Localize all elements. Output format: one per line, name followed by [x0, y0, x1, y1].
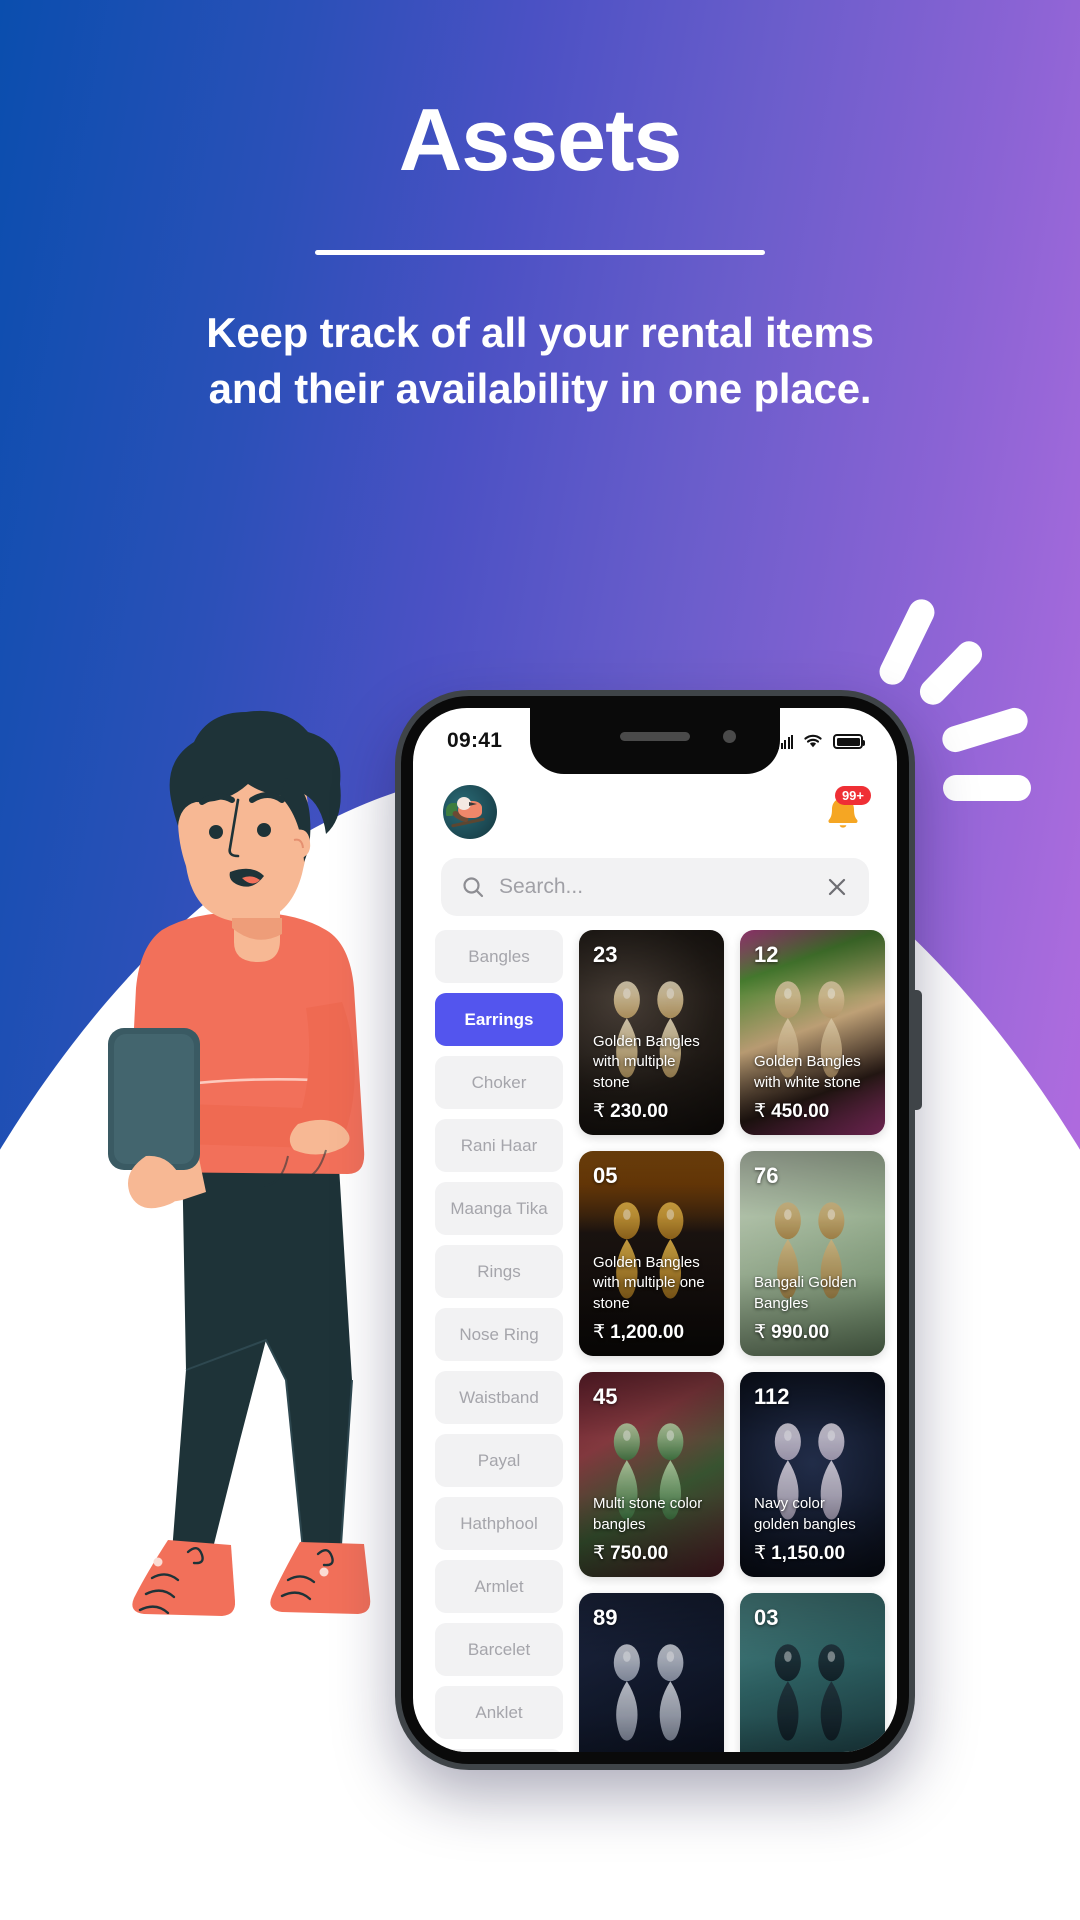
- front-camera-icon: [723, 730, 736, 743]
- category-item-hathphool[interactable]: Hathphool: [435, 1497, 563, 1550]
- product-card[interactable]: 89: [579, 1593, 724, 1752]
- phone-mockup: 09:41 99+ Search... Bangles Earrings Cho…: [395, 690, 922, 1770]
- currency-symbol: ₹: [593, 1101, 606, 1122]
- product-quantity-badge: 76: [754, 1163, 779, 1188]
- category-item-maanga-tika[interactable]: Maanga Tika: [435, 1182, 563, 1235]
- product-info: Golden Bangles with multiple one stone ₹1…: [593, 1253, 712, 1344]
- product-price-amount: 450.00: [771, 1101, 830, 1122]
- product-price: ₹230.00: [593, 1100, 712, 1123]
- product-name: Multi stone color bangles: [593, 1495, 703, 1533]
- currency-symbol: ₹: [593, 1543, 606, 1564]
- product-info: Golden Bangles with multiple stone ₹230.0…: [593, 1032, 712, 1123]
- product-grid: 23 Golden Bangles with multiple stone ₹230…: [579, 930, 885, 1752]
- wifi-icon: [804, 734, 822, 748]
- search-bar[interactable]: [441, 858, 869, 916]
- page-title: Assets: [398, 90, 683, 189]
- product-quantity-badge: 89: [593, 1605, 618, 1630]
- product-name: Navy color golden bangles: [754, 1495, 856, 1533]
- product-price: ₹750.00: [593, 1542, 712, 1565]
- close-x-icon[interactable]: [825, 875, 849, 899]
- product-card[interactable]: 112 Navy color golden bangles ₹1,150.00: [740, 1372, 885, 1577]
- battery-full-icon: [833, 734, 865, 749]
- page-subtitle: Keep track of all your rental items and …: [0, 305, 1080, 418]
- app-header-row: 99+: [413, 774, 897, 850]
- product-info: Navy color golden bangles ₹1,150.00: [754, 1494, 873, 1565]
- status-icons: [777, 733, 865, 749]
- product-price-amount: 230.00: [610, 1101, 669, 1122]
- avatar[interactable]: [443, 785, 497, 839]
- product-price: ₹990.00: [754, 1321, 873, 1344]
- currency-symbol: ₹: [754, 1322, 767, 1343]
- product-quantity-badge: 12: [754, 942, 779, 967]
- phone-notch: [530, 708, 780, 774]
- product-card[interactable]: 05 Golden Bangles with multiple one stone…: [579, 1151, 724, 1356]
- search-input[interactable]: [485, 875, 825, 899]
- subtitle-line-1: Keep track of all your rental items: [206, 309, 874, 356]
- category-item-waistband[interactable]: Waistband: [435, 1371, 563, 1424]
- product-name: Bangali Golden Bangles: [754, 1274, 857, 1312]
- category-item-nose-ring[interactable]: Nose Ring: [435, 1308, 563, 1361]
- product-card[interactable]: 03: [740, 1593, 885, 1752]
- product-price-amount: 1,200.00: [610, 1322, 685, 1343]
- status-time: 09:41: [447, 729, 503, 752]
- earpiece-speaker: [620, 732, 690, 741]
- search-icon: [463, 877, 484, 898]
- product-card[interactable]: 45 Multi stone color bangles ₹750.00: [579, 1372, 724, 1577]
- person-illustration: [90, 680, 420, 1760]
- product-quantity-badge: 05: [593, 1163, 618, 1188]
- product-info: Bangali Golden Bangles ₹990.00: [754, 1273, 873, 1344]
- phone-screen: 09:41 99+ Search... Bangles Earrings Cho…: [413, 708, 897, 1752]
- product-price: ₹450.00: [754, 1100, 873, 1123]
- notification-badge: 99+: [834, 786, 871, 806]
- category-item-rani-haar[interactable]: Rani Haar: [435, 1119, 563, 1172]
- sparkle-line-2: [914, 635, 988, 711]
- product-price: ₹1,150.00: [754, 1542, 873, 1565]
- avatar-bird-head: [457, 797, 471, 810]
- category-item-bangles[interactable]: Bangles: [435, 930, 563, 983]
- sparkle-line-4: [943, 775, 1031, 801]
- product-quantity-badge: 03: [754, 1605, 779, 1630]
- category-item-stud[interactable]: Stud: [435, 1749, 563, 1752]
- product-card[interactable]: 76 Bangali Golden Bangles ₹990.00: [740, 1151, 885, 1356]
- category-item-barcelet[interactable]: Barcelet: [435, 1623, 563, 1676]
- category-item-armlet[interactable]: Armlet: [435, 1560, 563, 1613]
- product-price-amount: 750.00: [610, 1543, 669, 1564]
- product-card[interactable]: 23 Golden Bangles with multiple stone ₹230…: [579, 930, 724, 1135]
- product-price-amount: 1,150.00: [771, 1543, 846, 1564]
- currency-symbol: ₹: [754, 1543, 767, 1564]
- app-content: Bangles Earrings Choker Rani Haar Maanga Tik…: [413, 930, 897, 1752]
- product-info: Multi stone color bangles ₹750.00: [593, 1494, 712, 1565]
- header-section: Assets Keep track of all your rental ite…: [0, 0, 1080, 418]
- product-card[interactable]: 12 Golden Bangles with white stone ₹450.00: [740, 930, 885, 1135]
- product-quantity-badge: 23: [593, 942, 618, 967]
- product-quantity-badge: 112: [754, 1384, 790, 1409]
- category-sidebar[interactable]: Bangles Earrings Choker Rani Haar Maanga Tik…: [435, 930, 563, 1752]
- category-item-anklet[interactable]: Anklet: [435, 1686, 563, 1739]
- category-item-payal[interactable]: Payal: [435, 1434, 563, 1487]
- category-item-rings[interactable]: Rings: [435, 1245, 563, 1298]
- product-price-amount: 990.00: [771, 1322, 830, 1343]
- product-quantity-badge: 45: [593, 1384, 618, 1409]
- product-price: ₹1,200.00: [593, 1321, 712, 1344]
- product-name: Golden Bangles with multiple stone: [593, 1032, 700, 1091]
- person-svg: [108, 710, 371, 1616]
- background-white-base: [0, 1800, 1080, 1920]
- product-info: Golden Bangles with white stone ₹450.00: [754, 1052, 873, 1123]
- category-item-choker[interactable]: Choker: [435, 1056, 563, 1109]
- category-item-earrings[interactable]: Earrings: [435, 993, 563, 1046]
- currency-symbol: ₹: [593, 1322, 606, 1343]
- product-name: Golden Bangles with multiple one stone: [593, 1253, 705, 1312]
- title-divider: [315, 250, 765, 255]
- product-name: Golden Bangles with white stone: [754, 1053, 861, 1091]
- notification-button[interactable]: 99+: [819, 786, 871, 836]
- sparkle-line-3: [939, 704, 1031, 756]
- currency-symbol: ₹: [754, 1101, 767, 1122]
- subtitle-line-2: and their availability in one place.: [208, 365, 872, 413]
- phone-power-button[interactable]: [914, 990, 922, 1110]
